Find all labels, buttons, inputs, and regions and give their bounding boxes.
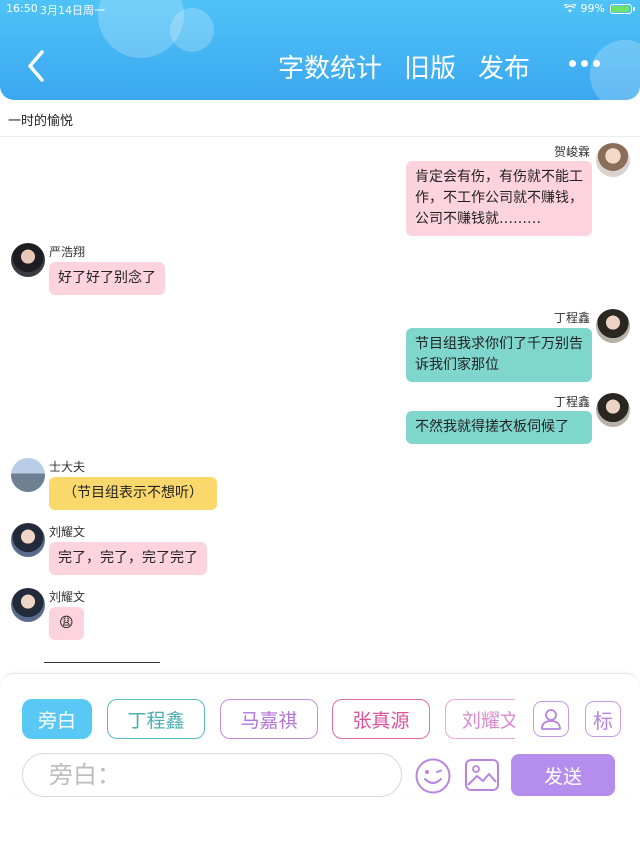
avatar[interactable] — [11, 588, 45, 622]
sender-name: 士大夫 — [49, 460, 86, 474]
battery-percent: 99% — [580, 2, 605, 15]
document-title: 一时的愉悦 — [8, 114, 74, 129]
avatar[interactable] — [596, 393, 630, 427]
role-chip-zhang-zhenyuan[interactable]: 张真源 — [332, 699, 430, 739]
message-input-container — [22, 753, 402, 797]
status-indicators: 99% — [563, 2, 635, 15]
avatar[interactable] — [11, 458, 45, 492]
role-chip-ma-jiaqi[interactable]: 马嘉祺 — [220, 699, 318, 739]
avatar[interactable] — [11, 243, 45, 277]
message-bubble: 不然我就得搓衣板伺候了 — [406, 411, 592, 444]
avatar[interactable] — [596, 309, 630, 343]
scene-separator — [44, 662, 160, 663]
image-icon[interactable] — [464, 757, 500, 793]
word-count-button[interactable]: 字数统计 — [278, 48, 382, 85]
wifi-icon — [563, 4, 576, 13]
role-manage-button[interactable] — [533, 701, 569, 737]
tag-button[interactable]: 标 — [585, 701, 621, 737]
avatar[interactable] — [596, 143, 630, 177]
role-chip-liu-yaowen[interactable]: 刘耀文 — [445, 699, 515, 739]
status-time: 16:50 — [6, 2, 38, 15]
sender-name: 刘耀文 — [49, 590, 86, 604]
send-button[interactable]: 发送 — [511, 754, 615, 796]
message-input[interactable] — [23, 754, 401, 796]
person-icon — [541, 709, 561, 730]
sender-name: 丁程鑫 — [553, 311, 590, 325]
sender-name: 严浩翔 — [49, 245, 86, 259]
message-bubble: 肯定会有伤，有伤就不能工作，不工作公司就不赚钱，公司不赚钱就……… — [406, 161, 592, 236]
status-bar: 16:50 3月14日周一 99% — [0, 0, 640, 18]
message-bubble: 😩 — [49, 607, 84, 640]
battery-icon — [610, 3, 635, 14]
status-date: 3月14日周一 — [40, 4, 105, 17]
sender-name: 丁程鑫 — [553, 395, 590, 409]
publish-button[interactable]: 发布 — [478, 48, 530, 85]
sender-name: 刘耀文 — [49, 525, 86, 539]
more-dots-icon[interactable] — [569, 60, 600, 67]
sender-name: 贺峻霖 — [553, 145, 590, 159]
role-chip-narrator[interactable]: 旁白 — [22, 699, 92, 739]
message-bubble: 好了好了别念了 — [49, 262, 165, 295]
title-divider — [0, 136, 640, 137]
emoji-icon[interactable] — [414, 757, 452, 795]
chevron-left-icon[interactable] — [22, 48, 50, 84]
header-nav: 字数统计 旧版 发布 — [278, 48, 530, 85]
message-bubble: （节目组表示不想听） — [49, 477, 217, 510]
app-header: 16:50 3月14日周一 99% 字数统计 旧版 发布 — [0, 0, 640, 100]
message-bubble: 节目组我求你们了千万别告诉我们家那位 — [406, 328, 592, 382]
role-chip-ding-chengxin[interactable]: 丁程鑫 — [107, 699, 205, 739]
old-version-button[interactable]: 旧版 — [404, 48, 456, 85]
avatar[interactable] — [11, 523, 45, 557]
decorative-bubble — [590, 40, 640, 100]
message-bubble: 完了，完了，完了完了 — [49, 542, 207, 575]
